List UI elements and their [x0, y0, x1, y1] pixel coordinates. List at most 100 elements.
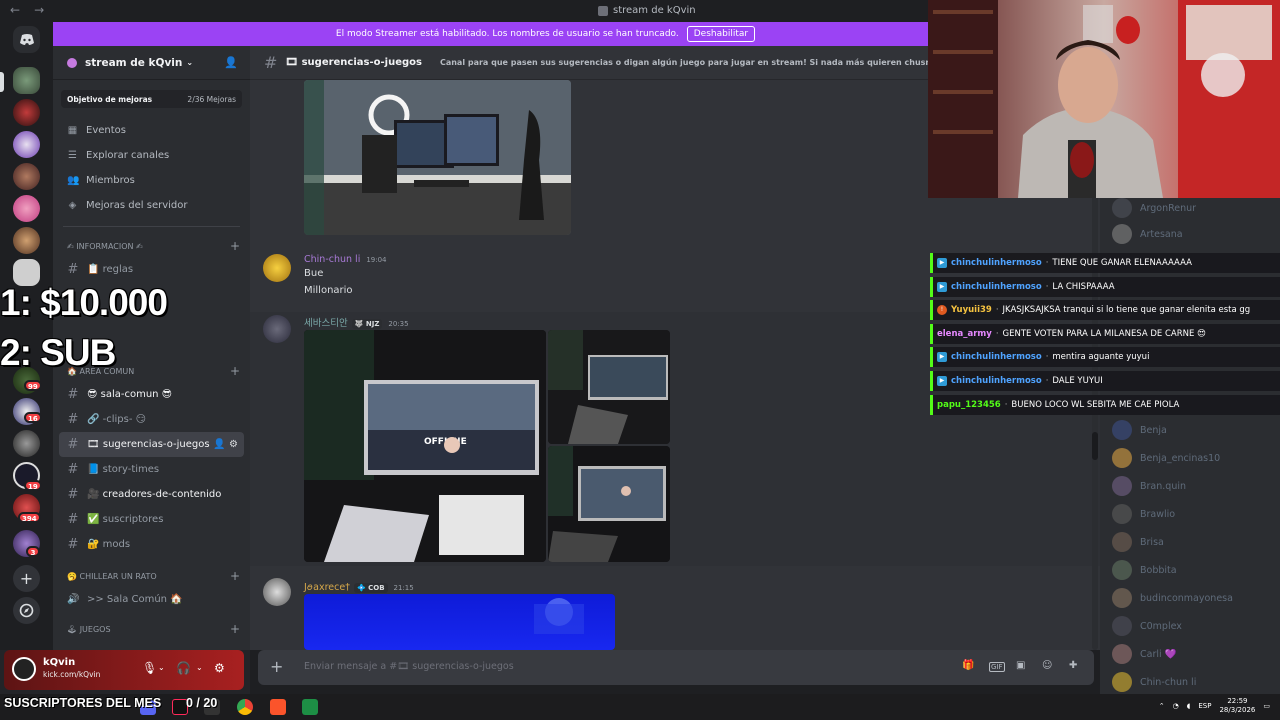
window-title: stream de kQvin — [598, 5, 696, 16]
channel-sala-comun-label: 😎 sala-comun 😎 — [87, 389, 173, 400]
add-attachment-icon[interactable]: + — [270, 657, 283, 676]
channel-creadores[interactable]: # 🎥 creadores-de-contenido — [59, 482, 244, 507]
voice-channel-sala-comun[interactable]: 🔊 >> Sala Común 🏠 — [59, 587, 244, 612]
server-icon-1[interactable] — [13, 67, 40, 94]
speaker-icon[interactable]: ◖ — [1187, 702, 1191, 710]
message-author[interactable]: Chin-chun li 19:04 — [304, 254, 387, 265]
menu-browse-label: Explorar canales — [86, 150, 170, 161]
channel-topic[interactable]: Canal para que pasen sus sugerencias o d… — [440, 58, 928, 67]
apps-icon[interactable]: ✚ — [1069, 660, 1077, 671]
attachment-image[interactable] — [548, 330, 670, 444]
add-channel-icon[interactable]: + — [230, 239, 240, 253]
settings-gear-icon[interactable]: ⚙ — [214, 661, 225, 675]
channel-sala-comun[interactable]: # 😎 sala-comun 😎 — [59, 382, 244, 407]
member-item[interactable]: Chin-chun li — [1112, 672, 1196, 692]
gif-icon[interactable]: GIF — [989, 662, 1005, 672]
excel-taskbar-icon[interactable] — [302, 699, 318, 715]
sticker-icon[interactable]: ▣ — [1016, 660, 1025, 671]
server-header[interactable]: stream de kQvin ⌄ 👤 — [53, 46, 250, 80]
brave-taskbar-icon[interactable] — [270, 699, 286, 715]
chevron-down-icon: ⌄ — [186, 58, 194, 67]
attachment-image[interactable]: OFFLINE — [304, 330, 546, 562]
chrome-taskbar-icon[interactable] — [237, 699, 253, 715]
member-name: C0mplex — [1140, 620, 1182, 632]
chevron-up-icon[interactable]: ⌃ — [1159, 702, 1165, 710]
member-item[interactable]: Artesana — [1112, 224, 1183, 244]
category-juegos[interactable]: 🕹 JUEGOS + — [53, 618, 250, 640]
avatar[interactable] — [263, 315, 291, 343]
gift-icon[interactable]: 🎁 — [962, 660, 974, 671]
wifi-icon[interactable]: ◔ — [1173, 702, 1179, 710]
message-input[interactable]: Enviar mensaje a #🎞 sugerencias-o-juegos — [304, 661, 514, 672]
disable-streamer-mode-button[interactable]: Deshabilitar — [686, 26, 756, 42]
server-icon-4[interactable] — [13, 163, 40, 190]
category-info[interactable]: ✍ INFORMACION ✍ + — [53, 235, 250, 257]
microphone-icon[interactable]: 🎙 — [142, 661, 157, 675]
author-name[interactable]: Chin-chun li — [304, 254, 360, 265]
member-name: Bobbita — [1140, 564, 1177, 576]
scrollbar-thumb[interactable] — [1092, 432, 1098, 460]
stream-chat-message: ▶ chinchulinhermoso · DALE YUYUI — [930, 370, 1280, 391]
server-icon-10[interactable] — [13, 430, 40, 457]
server-icon-2[interactable] — [13, 99, 40, 126]
server-icon-5[interactable] — [13, 195, 40, 222]
avatar[interactable] — [263, 578, 291, 606]
member-item[interactable]: C0mplex — [1112, 616, 1182, 636]
add-channel-icon[interactable]: + — [230, 622, 240, 636]
attachment-image[interactable] — [304, 80, 571, 235]
emoji-icon[interactable]: ☺ — [1042, 660, 1052, 671]
member-item[interactable]: Brisa — [1112, 532, 1164, 552]
category-chill[interactable]: 🥱 CHILLEAR UN RATO + — [53, 565, 250, 587]
chevron-down-icon[interactable]: ⌄ — [196, 663, 203, 672]
add-channel-icon[interactable]: + — [230, 364, 240, 378]
member-item[interactable]: Brawlio — [1112, 504, 1175, 524]
channel-clips[interactable]: # 🔗 -clips- 😏 — [59, 407, 244, 432]
channel-mods[interactable]: # 🔐 mods — [59, 532, 244, 557]
invite-people-icon[interactable]: 👤 — [224, 56, 238, 69]
forward-arrow-icon[interactable]: → — [34, 3, 44, 17]
discord-home-icon[interactable] — [13, 26, 40, 53]
chevron-down-icon[interactable]: ⌄ — [158, 663, 165, 672]
author-name[interactable]: 세바스티안 — [304, 318, 348, 329]
back-arrow-icon[interactable]: ← — [10, 3, 20, 17]
avatar — [1112, 504, 1132, 524]
avatar — [1112, 198, 1132, 218]
member-item[interactable]: Carli 💜 — [1112, 644, 1177, 664]
channel-story-times[interactable]: # 📘 story-times — [59, 457, 244, 482]
clock[interactable]: 22:59 28/3/2026 — [1219, 697, 1255, 715]
member-item[interactable]: Benja_encinas10 — [1112, 448, 1220, 468]
menu-browse-channels[interactable]: ☰ Explorar canales — [53, 143, 250, 168]
member-item[interactable]: Bobbita — [1112, 560, 1177, 580]
headphones-icon[interactable]: 🎧 — [176, 661, 191, 675]
attachment-image[interactable] — [304, 594, 615, 650]
menu-events[interactable]: ▦ Eventos — [53, 118, 250, 143]
add-server-icon[interactable]: + — [13, 565, 40, 592]
avatar — [1112, 476, 1132, 496]
member-item[interactable]: budinconmayonesa — [1112, 588, 1233, 608]
channel-reglas[interactable]: # 📋 reglas — [59, 257, 244, 282]
menu-members[interactable]: 👥 Miembros — [53, 168, 250, 193]
menu-server-boosts[interactable]: ◈ Mejoras del servidor — [53, 193, 250, 218]
avatar[interactable] — [12, 657, 36, 681]
server-icon-3[interactable] — [13, 131, 40, 158]
member-item[interactable]: Bran.quin — [1112, 476, 1186, 496]
server-icon-6[interactable] — [13, 227, 40, 254]
message-author[interactable]: 세바스티안 🐺 NJZ 20:35 — [304, 315, 409, 329]
add-channel-icon[interactable]: + — [230, 569, 240, 583]
stream-chat-message: elena_army · GENTE VOTEN PARA LA MILANESA … — [930, 323, 1280, 344]
explore-servers-icon[interactable] — [13, 597, 40, 624]
boost-goal[interactable]: Objetivo de mejoras 2/36 Mejoras — [61, 90, 242, 108]
notifications-icon[interactable]: ▭ — [1263, 702, 1270, 710]
channel-sugerencias[interactable]: # 🎞 sugerencias-o-juegos 👤 ⚙ — [59, 432, 244, 457]
message-composer[interactable]: + Enviar mensaje a #🎞 sugerencias-o-jueg… — [258, 650, 1094, 685]
attachment-image[interactable] — [548, 446, 670, 562]
channel-settings-icon[interactable]: 👤 ⚙ — [213, 439, 238, 450]
server-badge-icon — [67, 57, 77, 68]
avatar[interactable] — [263, 254, 291, 282]
author-name[interactable]: Jꪮaxrece† — [304, 582, 350, 593]
language-indicator[interactable]: ESP — [1198, 702, 1211, 710]
webcam-feed — [928, 0, 1280, 198]
member-item[interactable]: ArgonRenur — [1112, 198, 1196, 218]
channel-suscriptores[interactable]: # ✅ suscriptores — [59, 507, 244, 532]
member-item[interactable]: Benja — [1112, 420, 1167, 440]
